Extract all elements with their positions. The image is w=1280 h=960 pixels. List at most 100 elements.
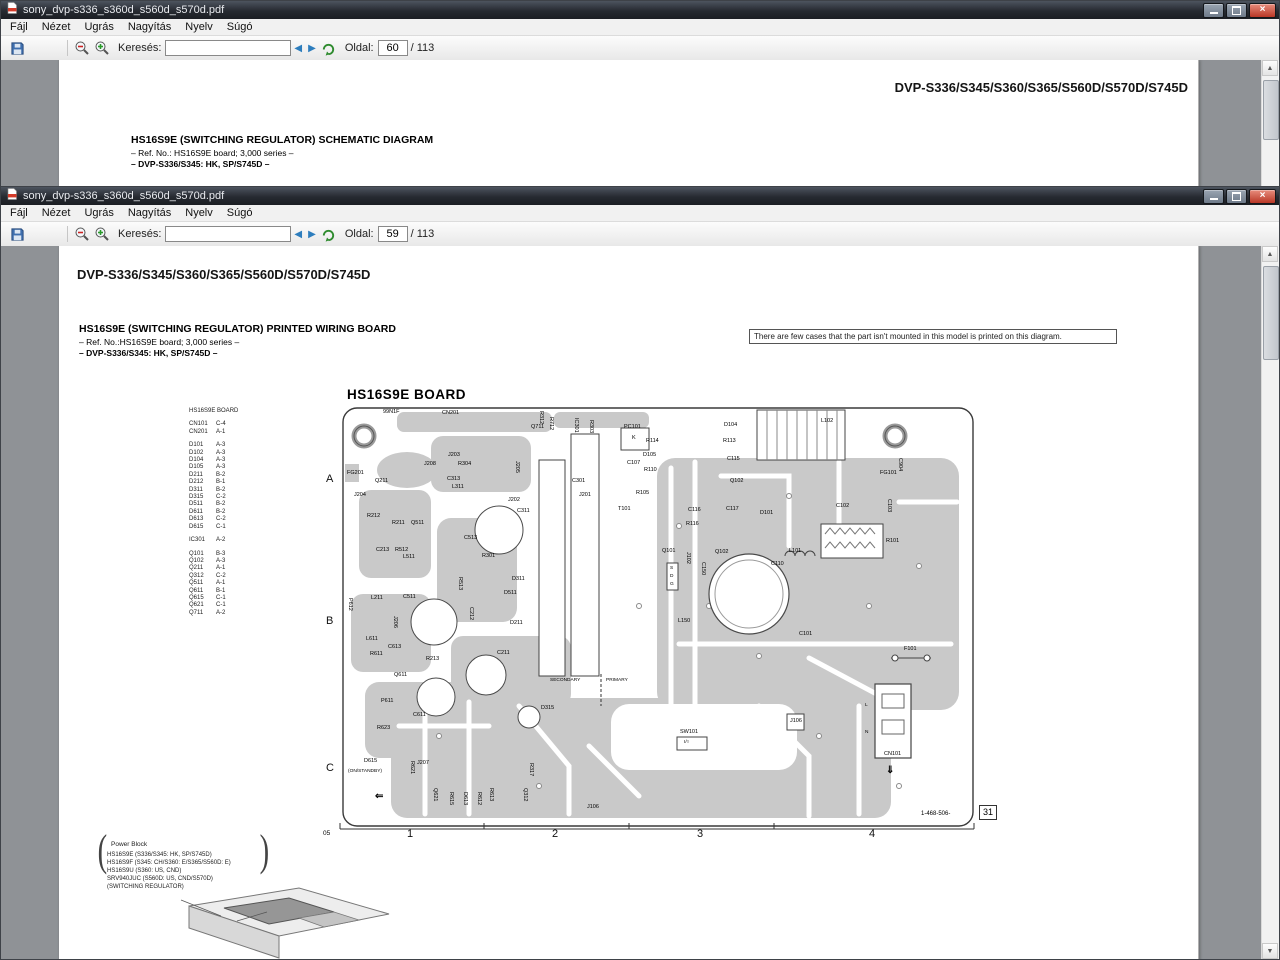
next-page-button[interactable]: ▶ xyxy=(305,229,319,240)
search-label: Keresés: xyxy=(118,42,162,54)
menu-nyelv[interactable]: Nyelv xyxy=(178,207,220,219)
pcb-ref-j203: J203 xyxy=(448,452,460,458)
search-input[interactable] xyxy=(165,226,292,242)
pcb-ref-d615: D615 xyxy=(364,758,378,764)
component-row-d102: D102 A-3 xyxy=(189,449,226,456)
pcb-ref-r615: R615 xyxy=(448,792,454,806)
pcb-ref-r513: R513 xyxy=(457,577,463,591)
close-button[interactable]: × xyxy=(1249,188,1276,204)
pcb-ref-t101: T101 xyxy=(618,506,631,512)
close-button[interactable]: × xyxy=(1249,2,1276,18)
menu-sugo[interactable]: Súgó xyxy=(220,207,260,219)
scroll-thumb[interactable] xyxy=(1263,266,1279,360)
component-row-d613: D613 C-2 xyxy=(189,516,226,523)
menu-nyelv[interactable]: Nyelv xyxy=(178,21,220,33)
scrollbar-vertical[interactable]: ▲ ▼ xyxy=(1261,246,1279,959)
pcb-ref-fg201: FG201 xyxy=(347,470,364,476)
desktop: sony_dvp-s336_s360d_s560d_s570d.pdf × Fá… xyxy=(0,0,1280,960)
pcb-ref-r110: R110 xyxy=(644,467,657,473)
pcb-ref-r611: R611 xyxy=(370,651,383,657)
pcb-ref-r212: R212 xyxy=(367,513,381,519)
menu-bar: Fájl Nézet Ugrás Nagyítás Nyelv Súgó xyxy=(1,205,1279,222)
component-row-d104: D104 A-3 xyxy=(189,457,226,464)
component-row-d211: D211 B-2 xyxy=(189,471,226,478)
pcb-ref-r304: R304 xyxy=(458,461,472,467)
pcb-ref-q312: Q312 xyxy=(522,788,528,802)
zoom-out-icon[interactable] xyxy=(73,39,91,57)
pcb-ref-q102: Q102 xyxy=(730,478,744,484)
grid-col-3: 3 xyxy=(697,828,704,840)
pcb-ref-p611: P611 xyxy=(381,698,394,704)
arrow-down-icon: ⇓ xyxy=(886,765,895,776)
find-next-icon[interactable] xyxy=(320,39,338,57)
menu-sugo[interactable]: Súgó xyxy=(220,21,260,33)
menu-nezet[interactable]: Nézet xyxy=(35,207,78,219)
component-row-q711: Q711 A-2 xyxy=(189,609,226,616)
scroll-up-button[interactable]: ▲ xyxy=(1262,246,1278,262)
toolbar: Keresés: ◀ ▶ Oldal: / 113 xyxy=(1,36,1279,61)
pcb-ref-l150: L150 xyxy=(678,618,691,624)
maximize-button[interactable] xyxy=(1226,188,1247,204)
pcb-ref-r612: R612 xyxy=(476,792,482,806)
grid-col-2: 2 xyxy=(552,828,559,840)
pcb-ref-l101: L101 xyxy=(789,548,802,554)
pcb-ref-cn101: CN101 xyxy=(884,751,902,757)
pcb-ref-c613: C613 xyxy=(388,644,402,650)
menu-nagyitas[interactable]: Nagyítás xyxy=(121,21,178,33)
pcb-ref-c213: C213 xyxy=(376,547,390,553)
next-page-button[interactable]: ▶ xyxy=(305,43,319,54)
save-icon[interactable] xyxy=(8,225,26,243)
menu-fajl[interactable]: Fájl xyxy=(3,207,35,219)
toolbar: Keresés: ◀ ▶ Oldal: / 113 xyxy=(1,222,1279,247)
save-icon[interactable] xyxy=(8,39,26,57)
pcb-ref-j208: J208 xyxy=(424,461,436,467)
scroll-up-button[interactable]: ▲ xyxy=(1262,60,1278,76)
board-title: HS16S9E BOARD xyxy=(347,387,467,402)
menu-bar: Fájl Nézet Ugrás Nagyítás Nyelv Súgó xyxy=(1,19,1279,36)
scrollbar-vertical[interactable]: ▲ xyxy=(1261,60,1279,186)
menu-nagyitas[interactable]: Nagyítás xyxy=(121,207,178,219)
pcb-ref-c101: C101 xyxy=(799,631,813,637)
search-input[interactable] xyxy=(165,40,292,56)
zoom-in-icon[interactable] xyxy=(93,225,111,243)
menu-ugras[interactable]: Ugrás xyxy=(77,21,120,33)
menu-nezet[interactable]: Nézet xyxy=(35,21,78,33)
page-number-input[interactable] xyxy=(377,40,408,56)
prev-page-button[interactable]: ◀ xyxy=(291,43,305,54)
scroll-thumb[interactable] xyxy=(1263,80,1279,140)
menu-fajl[interactable]: Fájl xyxy=(3,21,35,33)
component-row-q312: Q312 C-2 xyxy=(189,572,226,579)
maximize-button[interactable] xyxy=(1226,2,1247,18)
component-row-q615: Q615 C-1 xyxy=(189,594,226,601)
pcb-ref-c115: C115 xyxy=(727,456,740,462)
zoom-out-icon[interactable] xyxy=(73,225,91,243)
pcb-ref-pc101: PC101 xyxy=(624,424,641,430)
grid-row-a: A xyxy=(326,473,334,485)
titlebar-back[interactable]: sony_dvp-s336_s360d_s560d_s570d.pdf × xyxy=(1,1,1279,19)
arrow-left-icon: ⇐ xyxy=(375,791,384,802)
pcb-ref-r613: R613 xyxy=(488,788,494,802)
pcb-ref-r113: R113 xyxy=(723,438,736,444)
find-next-icon[interactable] xyxy=(320,225,338,243)
pcb-ref-q621: Q621 xyxy=(432,788,438,802)
titlebar-front[interactable]: sony_dvp-s336_s360d_s560d_s570d.pdf × xyxy=(1,187,1279,205)
pcb-ref-q711: Q711 xyxy=(531,424,545,430)
page-number-input[interactable] xyxy=(377,226,408,242)
pcb-ref-r312: R312 xyxy=(538,411,544,425)
component-row-d511: D511 B-2 xyxy=(189,501,226,508)
minimize-button[interactable] xyxy=(1203,188,1224,204)
page-total: / 113 xyxy=(410,228,435,240)
grid-col-4: 4 xyxy=(869,828,876,840)
minimize-button[interactable] xyxy=(1203,2,1224,18)
scroll-down-button[interactable]: ▼ xyxy=(1262,943,1278,959)
zoom-in-icon[interactable] xyxy=(93,39,111,57)
prev-page-button[interactable]: ◀ xyxy=(291,229,305,240)
component-list-title: HS16S9E BOARD xyxy=(189,408,239,414)
pcb-ref-on-standby: (ON/STANDBY) xyxy=(348,769,383,774)
grid-row-b: B xyxy=(326,615,334,627)
menu-ugras[interactable]: Ugrás xyxy=(77,207,120,219)
pcb-ref-q511: Q511 xyxy=(411,520,425,526)
pcb-ref-j205: J205 xyxy=(514,461,520,473)
doc-ref-line-1: – Ref. No.:HS16S9E board; 3,000 series – xyxy=(79,337,240,347)
pdf-icon xyxy=(5,1,19,20)
